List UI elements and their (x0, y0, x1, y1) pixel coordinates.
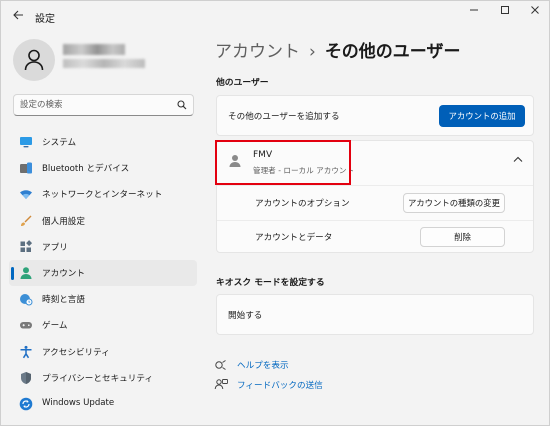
close-button[interactable] (520, 4, 549, 20)
sidebar-item-gaming[interactable]: ゲーム (9, 312, 197, 338)
feedback-link[interactable]: フィードバックの送信 (214, 377, 334, 393)
add-user-label: その他のユーザーを追加する (228, 112, 340, 122)
sidebar-item-label: 時刻と言語 (42, 295, 85, 306)
settings-window: 設定 システム (0, 0, 550, 426)
help-link-text[interactable]: ヘルプを表示 (237, 359, 289, 371)
close-icon (531, 6, 539, 14)
breadcrumb-parent[interactable]: アカウント (215, 42, 300, 62)
highlight-annotation (215, 140, 351, 185)
sidebar-item-label: Bluetooth とデバイス (42, 164, 130, 175)
breadcrumb-separator: › (309, 42, 316, 62)
kiosk-card[interactable]: 開始する (216, 294, 534, 335)
person-icon (24, 49, 44, 71)
feedback-link-text[interactable]: フィードバックの送信 (237, 379, 323, 391)
add-user-card: その他のユーザーを追加する アカウントの追加 (216, 95, 534, 136)
sidebar-item-windows-update[interactable]: Windows Update (9, 391, 197, 417)
sidebar-item-apps[interactable]: アプリ (9, 234, 197, 260)
back-button[interactable] (7, 7, 29, 27)
active-indicator (11, 266, 14, 280)
wifi-icon (20, 190, 32, 200)
sidebar-item-time-language[interactable]: 時刻と言語 (9, 286, 197, 312)
kiosk-start-label: 開始する (228, 311, 263, 321)
change-account-type-button[interactable]: アカウントの種類の変更 (403, 193, 505, 213)
sidebar-item-label: システム (42, 138, 77, 148)
sidebar-item-system[interactable]: システム (9, 129, 197, 155)
sidebar-item-bluetooth[interactable]: Bluetooth とデバイス (9, 155, 197, 181)
account-icon (20, 267, 32, 279)
sidebar-item-network[interactable]: ネットワークとインターネット (9, 181, 197, 207)
gamepad-icon (20, 322, 32, 329)
feedback-icon (214, 379, 228, 390)
minimize-button[interactable] (459, 4, 489, 20)
sidebar-item-accessibility[interactable]: アクセシビリティ (9, 339, 197, 365)
sidebar-item-label: ゲーム (42, 321, 68, 332)
back-arrow-icon (12, 10, 23, 20)
minimize-icon (470, 9, 478, 11)
delete-button[interactable]: 削除 (420, 227, 505, 247)
avatar[interactable] (13, 39, 55, 81)
maximize-icon (501, 6, 509, 14)
maximize-button[interactable] (490, 4, 520, 20)
sidebar-item-label: ネットワークとインターネット (42, 190, 163, 201)
app-title: 設定 (35, 14, 55, 25)
account-data-label: アカウントとデータ (255, 233, 333, 243)
help-icon (215, 360, 226, 370)
page-title: その他のユーザー (324, 42, 461, 62)
apps-icon (20, 239, 33, 252)
sidebar-item-privacy-security[interactable]: プライバシーとセキュリティ (9, 365, 197, 391)
search-box[interactable] (13, 94, 194, 116)
section-title-kiosk: キオスク モードを設定する (216, 278, 325, 288)
section-title-other-users: 他のユーザー (216, 78, 269, 88)
chevron-up-icon[interactable] (513, 156, 523, 163)
sidebar-item-label: 個人用設定 (42, 216, 85, 227)
sidebar-item-label: アカウント (42, 268, 85, 279)
add-account-button[interactable]: アカウントの追加 (439, 105, 525, 127)
sidebar-item-label: Windows Update (42, 397, 115, 408)
monitor-icon (20, 137, 32, 148)
windows-update-icon (19, 397, 33, 411)
title-bar: 設定 (1, 1, 549, 33)
search-input[interactable] (20, 98, 170, 112)
shield-icon (21, 371, 31, 384)
sidebar-item-label: プライバシーとセキュリティ (42, 373, 154, 384)
accessibility-icon (20, 345, 32, 358)
account-options-label: アカウントのオプション (255, 199, 350, 209)
sidebar-item-accounts[interactable]: アカウント (9, 259, 197, 287)
profile-name-redacted (63, 44, 145, 72)
divider (217, 220, 533, 221)
sidebar-item-label: アクセシビリティ (42, 347, 110, 358)
sidebar-item-personalization[interactable]: 個人用設定 (9, 208, 197, 234)
sidebar-nav: システム Bluetooth とデバイス ネットワークとインターネット 個人用設… (9, 129, 197, 417)
breadcrumb: アカウント › その他のユーザー (215, 37, 460, 62)
search-icon (177, 100, 187, 110)
bluetooth-devices-icon (20, 162, 32, 174)
help-link[interactable]: ヘルプを表示 (214, 357, 314, 373)
brush-icon (21, 215, 32, 226)
globe-clock-icon (20, 294, 33, 306)
sidebar-item-label: アプリ (42, 242, 68, 253)
